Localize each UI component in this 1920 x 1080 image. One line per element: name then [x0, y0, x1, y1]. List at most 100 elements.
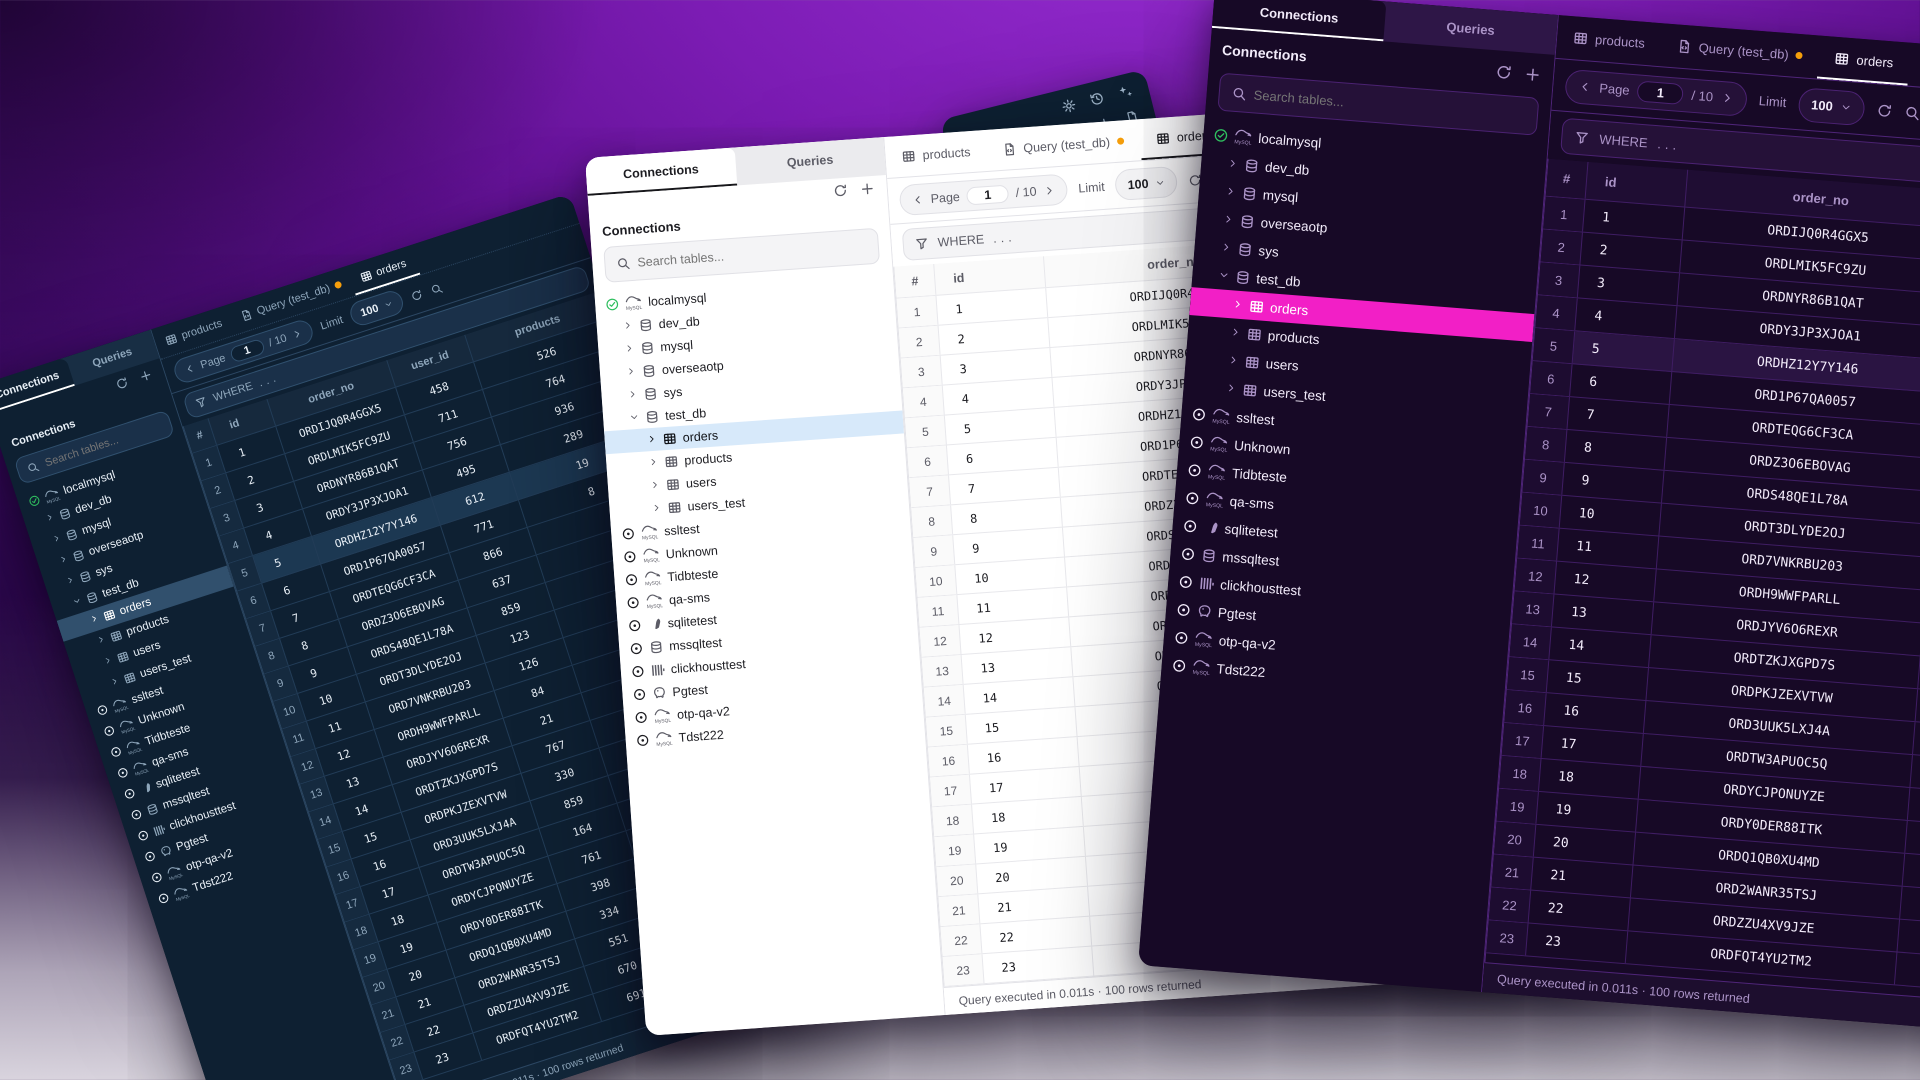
chevron-right-icon[interactable] [646, 432, 657, 447]
page-next-button[interactable] [1721, 91, 1735, 105]
front-right-window: ConnectionsQueriesConnectionsMySQLlocalm… [1138, 0, 1920, 1040]
database-icon [1235, 269, 1251, 285]
refresh-button[interactable] [409, 288, 424, 303]
page-number-input[interactable]: 1 [1637, 81, 1685, 106]
chevron-right-icon[interactable] [1227, 353, 1239, 369]
svg-text:MySQL: MySQL [134, 767, 150, 776]
chevron-right-icon[interactable] [89, 613, 101, 627]
page-prev-button[interactable] [183, 362, 197, 376]
sqlite-icon [1203, 519, 1219, 535]
chevron-right-icon [1043, 184, 1056, 197]
chevron-right-icon[interactable] [1225, 381, 1237, 397]
chevron-right-icon[interactable] [1227, 156, 1239, 172]
chevron-right-icon[interactable] [1224, 184, 1236, 200]
chevron-down-icon[interactable] [629, 410, 640, 425]
limit-select[interactable]: 100 [1797, 87, 1866, 126]
chevron-right-icon[interactable] [102, 655, 114, 669]
column-header-num[interactable]: # [1546, 159, 1589, 199]
search-button[interactable] [429, 281, 444, 296]
chevron-right-icon [65, 575, 76, 586]
chevron-right-icon[interactable] [1232, 297, 1244, 313]
refresh-icon[interactable] [114, 375, 130, 391]
page-number-input[interactable]: 1 [966, 184, 1009, 205]
svg-text:MySQL: MySQL [168, 871, 184, 880]
chevron-right-icon[interactable] [44, 512, 56, 526]
dot-circle-icon [635, 732, 650, 747]
mysql-icon: MySQL [1194, 629, 1213, 648]
table-icon [1244, 354, 1260, 370]
chevron-down-icon [1840, 101, 1852, 113]
history-icon[interactable] [1088, 90, 1106, 108]
chevron-down-icon[interactable] [1218, 268, 1230, 284]
tab-orders[interactable]: orders [1817, 36, 1911, 86]
dot-circle-icon [622, 549, 637, 564]
limit-select[interactable]: 100 [1115, 166, 1179, 201]
table-icon [1246, 326, 1262, 342]
chevron-right-icon[interactable] [650, 478, 661, 493]
search-tables-input[interactable] [1253, 87, 1525, 123]
svg-text:MySQL: MySQL [642, 534, 659, 541]
cell-n: 19 [934, 835, 976, 867]
plus-icon[interactable] [1524, 65, 1542, 83]
database-icon [57, 506, 72, 521]
column-header-id[interactable]: id [1586, 162, 1689, 207]
chevron-right-icon[interactable] [627, 387, 638, 402]
limit-label: Limit [1078, 179, 1105, 195]
chevron-right-icon[interactable] [1222, 212, 1234, 228]
database-icon [640, 340, 655, 355]
chevron-down-icon[interactable] [71, 595, 83, 609]
mysql-icon: MySQL [1210, 434, 1229, 453]
sparkles-icon[interactable] [1116, 83, 1134, 101]
tree-item-label: overseaotp [661, 358, 724, 376]
refresh-icon[interactable] [832, 182, 848, 198]
search-tables-input[interactable] [637, 240, 867, 270]
chevron-right-icon [626, 365, 637, 376]
connections-tree: MySQLlocalmysqldev_dbmysqloverseaotpsyst… [1138, 120, 1547, 992]
chevron-right-icon[interactable] [626, 364, 637, 379]
chevron-right-icon[interactable] [622, 319, 633, 334]
svg-text:MySQL: MySQL [1234, 139, 1252, 146]
gear-icon[interactable] [1060, 97, 1078, 115]
plus-icon[interactable] [137, 367, 153, 383]
database-icon [1201, 547, 1217, 563]
cell-n: 11 [1517, 526, 1559, 561]
plus-icon[interactable] [859, 180, 875, 196]
database-icon [645, 409, 660, 424]
refresh-icon[interactable] [1495, 63, 1513, 81]
chevron-right-icon[interactable] [651, 501, 662, 516]
chevron-right-icon[interactable] [65, 575, 77, 589]
tab-products[interactable]: products [1556, 15, 1663, 66]
main-area: productsQuery (test_db)ordersPage1/ 10Li… [1482, 15, 1920, 1039]
page-prev-button[interactable] [1578, 80, 1592, 94]
database-icon [71, 548, 86, 563]
chevron-right-icon[interactable] [58, 554, 70, 568]
chevron-right-icon[interactable] [648, 455, 659, 470]
page-number-input[interactable]: 1 [228, 337, 265, 363]
search-button[interactable] [1904, 104, 1920, 121]
database-icon [638, 317, 653, 332]
cell-n: 10 [915, 565, 957, 597]
page-next-button[interactable] [290, 327, 304, 341]
cell-n: 14 [1509, 624, 1551, 659]
chevron-right-icon[interactable] [1229, 325, 1241, 341]
tab-label: products [922, 145, 971, 162]
chevron-right-icon[interactable] [95, 634, 107, 648]
chevron-right-icon [1225, 185, 1237, 197]
page-next-button[interactable] [1043, 184, 1056, 197]
refresh-button[interactable] [1876, 102, 1893, 119]
chevron-right-icon[interactable] [51, 533, 63, 547]
page-prev-button[interactable] [911, 193, 924, 206]
chevron-right-icon[interactable] [624, 342, 635, 357]
chevron-right-icon[interactable] [1220, 240, 1232, 256]
check-circle-icon [27, 493, 42, 508]
search-icon [25, 460, 40, 475]
cell-n: 20 [936, 864, 978, 896]
cell-n: 10 [1520, 493, 1562, 528]
postgres-icon [159, 844, 174, 859]
chevron-right-icon[interactable] [109, 676, 121, 690]
svg-text:MySQL: MySQL [1212, 418, 1230, 425]
where-placeholder: ... [1657, 136, 1681, 153]
tab-products[interactable]: products [884, 130, 988, 178]
column-header-num[interactable]: # [894, 264, 936, 298]
dot-circle-icon [129, 807, 144, 822]
